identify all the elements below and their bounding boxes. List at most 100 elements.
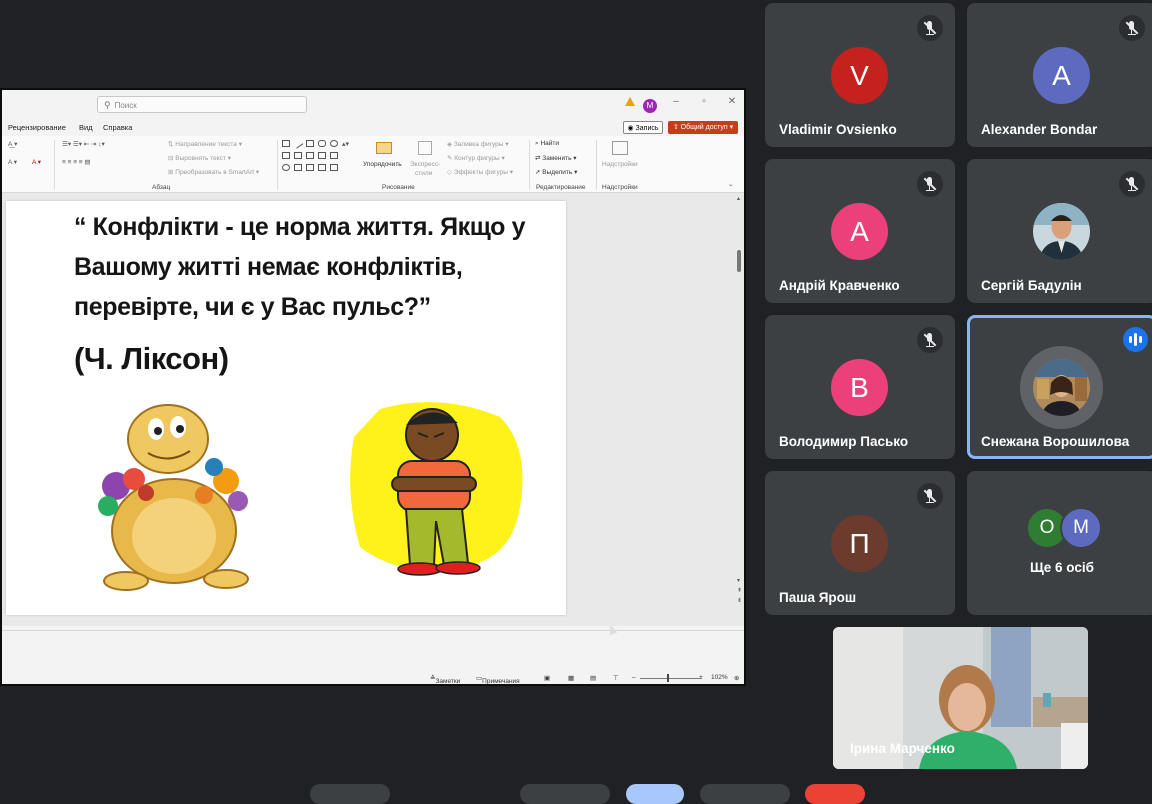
participant-name: Андрій Кравченко	[779, 278, 900, 293]
text-color-icon[interactable]: A ▾	[32, 158, 41, 166]
participant-name: Сергій Бадулін	[981, 278, 1082, 293]
next-slide-icon[interactable]: ⇟	[737, 597, 742, 604]
avatar: V	[831, 47, 888, 104]
normal-view-icon[interactable]: ▣	[544, 674, 550, 682]
speaking-indicator-icon	[1123, 327, 1148, 352]
more-participants-tile[interactable]: O M Ще 6 осіб	[967, 471, 1152, 615]
mic-off-icon	[917, 483, 943, 509]
align-text-button[interactable]: ⊟ Выровнять текст ▾	[168, 154, 231, 162]
ribbon-collapse-icon[interactable]: ⌄	[728, 180, 733, 188]
participant-tile-snezhana-voroshilova[interactable]: Снежана Ворошилова	[967, 315, 1152, 459]
participant-name: Володимир Пасько	[779, 434, 909, 449]
slide-sorter-icon[interactable]: ▦	[568, 674, 574, 682]
participant-tile-andrii-kravchenko[interactable]: A Андрій Кравченко	[765, 159, 955, 303]
angry-boy-clipart-image	[350, 402, 523, 576]
participant-tile-pasha-yarosh[interactable]: П Паша Ярош	[765, 471, 955, 615]
avatar: A	[831, 203, 888, 260]
shape-fill-button[interactable]: ◈ Заливка фигуры ▾	[447, 140, 509, 148]
turtle-clipart-image	[98, 404, 249, 591]
reading-view-icon[interactable]: ▤	[590, 674, 596, 682]
participant-tile-serhii-badulin[interactable]: Сергій Бадулін	[967, 159, 1152, 303]
ppt-search-input[interactable]: ⚲ Поиск	[97, 96, 307, 113]
leave-call-button[interactable]	[805, 784, 865, 804]
ppt-ribbon: A͟ ▾ A ▾ A ▾ ☰▾ ☰▾ ⇤ ⇥ ↕▾ ≡ ≡ ≡ ≡ ▤ ⇅ На…	[2, 136, 744, 193]
maximize-icon[interactable]: ▫	[694, 96, 714, 107]
participant-tile-alexander-bondar[interactable]: A Alexander Bondar	[967, 3, 1152, 147]
scroll-up-icon[interactable]: ▴	[737, 195, 740, 202]
search-icon: ⚲	[104, 100, 111, 110]
avatar: П	[831, 515, 888, 572]
font-color-icon[interactable]: A ▾	[8, 158, 17, 166]
avatar: A	[1033, 47, 1090, 104]
text-direction-button[interactable]: ⇅ Направление текста ▾	[168, 140, 242, 148]
zoom-level[interactable]: 102%	[711, 674, 728, 681]
self-view-name: Ірина Марченко	[850, 741, 955, 756]
mic-off-icon	[917, 327, 943, 353]
profile-avatar[interactable]: М	[643, 99, 657, 113]
zoom-out-icon[interactable]: –	[632, 674, 636, 681]
warning-icon[interactable]	[625, 97, 635, 106]
slide-canvas[interactable]: “ Конфлікти - це норма життя. Якщо у Ваш…	[6, 201, 566, 615]
zoom-slider-thumb[interactable]	[667, 674, 669, 682]
shape-outline-button[interactable]: ✎ Контур фигуры ▾	[447, 154, 505, 162]
close-icon[interactable]: ✕	[722, 96, 742, 107]
shape-effects-button[interactable]: ◇ Эффекты фигуры ▾	[447, 168, 513, 176]
select-button[interactable]: ➚ Выделить ▾	[535, 168, 577, 176]
participant-name: Vladimir Ovsienko	[779, 122, 897, 137]
participant-name: Паша Ярош	[779, 590, 857, 605]
smartart-button[interactable]: ⊞ Преобразовать в SmartArt ▾	[168, 168, 259, 176]
addins-button[interactable]: Надстройки	[602, 161, 638, 168]
gallery-scroll-icon[interactable]: ▴▾	[342, 140, 349, 148]
italic-icon[interactable]: A͟ ▾	[8, 140, 17, 148]
control-button[interactable]	[520, 784, 610, 804]
zoom-slider-track[interactable]	[640, 678, 702, 679]
quick-styles-icon	[418, 141, 432, 155]
comments-button[interactable]: ▭ Примечания	[476, 674, 520, 684]
replace-button[interactable]: ⇄ Заменить ▾	[535, 154, 577, 162]
fit-slide-icon[interactable]: ⊕	[734, 674, 739, 682]
avatar: M	[1060, 507, 1102, 549]
notes-pane[interactable]	[2, 630, 744, 671]
participant-tile-volodymyr-pasko[interactable]: B Володимир Пасько	[765, 315, 955, 459]
menu-view[interactable]: Вид	[79, 123, 93, 132]
scroll-down-icon[interactable]: ▾	[737, 577, 740, 584]
avatar-photo	[1033, 359, 1090, 416]
slideshow-icon[interactable]: ⊤	[613, 674, 619, 682]
mic-off-icon	[1119, 171, 1145, 197]
shared-screen-window: ⚲ Поиск М – ▫ ✕ Рецензирование Вид Справк…	[0, 88, 746, 686]
participant-name: Снежана Ворошилова	[981, 434, 1130, 449]
notes-button[interactable]: ≙ Заметки	[430, 674, 460, 684]
more-participants-label: Ще 6 осіб	[1030, 560, 1094, 575]
quick-styles-button[interactable]: Экспресс-	[410, 161, 440, 168]
find-button[interactable]: ⌕ Найти	[535, 140, 559, 148]
addins-group-label: Надстройки	[602, 184, 638, 191]
menu-review[interactable]: Рецензирование	[8, 123, 66, 132]
prev-slide-icon[interactable]: ⇞	[737, 587, 742, 594]
mic-off-icon	[917, 171, 943, 197]
scrollbar-thumb[interactable]	[737, 250, 741, 272]
ppt-status-bar: ≙ Заметки ▭ Примечания ▣ ▦ ▤ ⊤ – + 102% …	[2, 670, 744, 684]
align-icons[interactable]: ≡ ≡ ≡ ≡ ▤	[62, 158, 91, 166]
shapes-gallery[interactable]: ▴▾	[282, 138, 352, 176]
participant-tile-vladimir-ovsienko[interactable]: V Vladimir Ovsienko	[765, 3, 955, 147]
paragraph-group-label: Абзац	[152, 184, 171, 191]
present-button[interactable]	[626, 784, 684, 804]
control-button[interactable]	[310, 784, 390, 804]
mic-off-icon	[917, 15, 943, 41]
arrange-button[interactable]: Упорядочить	[363, 161, 402, 168]
participant-name: Alexander Bondar	[981, 122, 1098, 137]
arrange-icon	[376, 142, 392, 154]
editing-group-label: Редактирование	[536, 184, 586, 191]
mic-off-icon	[1119, 15, 1145, 41]
control-button[interactable]	[700, 784, 790, 804]
record-button[interactable]: ◉ Запись	[623, 121, 663, 134]
slide-author: (Ч. Ліксон)	[74, 341, 229, 376]
avatar-photo	[1033, 203, 1090, 260]
drawing-group-label: Рисование	[382, 184, 415, 191]
minimize-icon[interactable]: –	[666, 96, 686, 107]
menu-help[interactable]: Справка	[103, 123, 132, 132]
addins-icon	[612, 141, 628, 155]
bullets-icon[interactable]: ☰▾ ☰▾ ⇤ ⇥ ↕▾	[62, 140, 105, 148]
share-button[interactable]: ⇧ Общий доступ ▾	[668, 121, 738, 134]
avatar: B	[831, 359, 888, 416]
